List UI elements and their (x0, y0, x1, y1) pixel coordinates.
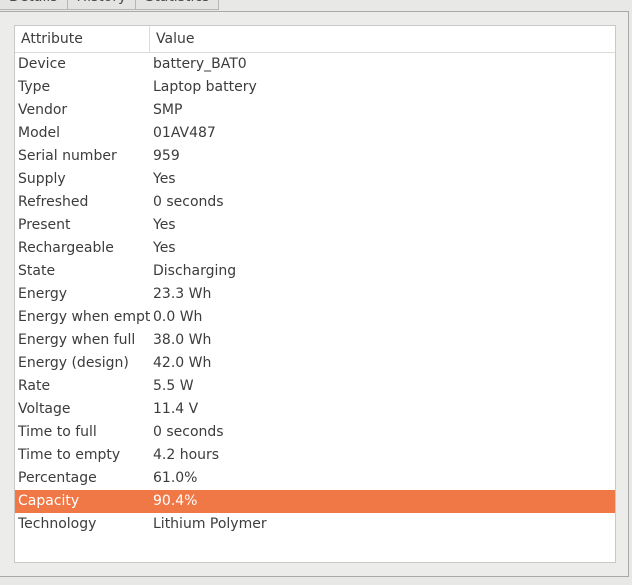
table-row[interactable]: Energy (design) 42.0 Wh (15, 352, 615, 375)
value-cell: 959 (153, 148, 180, 164)
table-row[interactable]: Present Yes (15, 214, 615, 237)
value-cell: 5.5 W (153, 378, 194, 394)
value-cell: 23.3 Wh (153, 286, 212, 302)
value-cell: 0.0 Wh (153, 309, 203, 325)
value-cell: 4.2 hours (153, 447, 220, 463)
value-cell: 38.0 Wh (153, 332, 212, 348)
attribute-cell: Model (18, 125, 61, 141)
attribute-cell: Serial number (18, 148, 117, 164)
value-cell: 90.4% (153, 493, 198, 509)
value-cell: 42.0 Wh (153, 355, 212, 371)
table-row[interactable]: Time to full 0 seconds (15, 421, 615, 444)
table-row[interactable]: Technology Lithium Polymer (15, 513, 615, 536)
value-cell: 0 seconds (153, 424, 224, 440)
table-row[interactable]: Energy when empty 0.0 Wh (15, 306, 615, 329)
attribute-cell: Rate (18, 378, 51, 394)
table-row[interactable]: Device battery_BAT0 (15, 53, 615, 76)
table-row[interactable]: State Discharging (15, 260, 615, 283)
column-header-value[interactable]: Value (150, 26, 615, 52)
tab-statistics[interactable]: Statistics (136, 0, 220, 10)
attribute-cell: Energy (design) (18, 355, 129, 371)
value-cell: Yes (153, 171, 176, 187)
attribute-cell: Percentage (18, 470, 97, 486)
table-row[interactable]: Time to empty 4.2 hours (15, 444, 615, 467)
column-header-attribute[interactable]: Attribute (15, 26, 150, 52)
table-row[interactable]: Energy when full 38.0 Wh (15, 329, 615, 352)
table-row[interactable]: Serial number 959 (15, 145, 615, 168)
value-cell: Lithium Polymer (153, 516, 267, 532)
table-row[interactable]: Voltage 11.4 V (15, 398, 615, 421)
attribute-cell: Time to full (18, 424, 97, 440)
attribute-cell: Rechargeable (18, 240, 114, 256)
value-cell: Yes (153, 240, 176, 256)
attribute-cell: Present (18, 217, 71, 233)
value-cell: 61.0% (153, 470, 198, 486)
attribute-cell: Energy when empty (18, 309, 150, 325)
attribute-cell: Vendor (18, 102, 68, 118)
table-row[interactable]: Energy 23.3 Wh (15, 283, 615, 306)
value-cell: Laptop battery (153, 79, 257, 95)
tab-details[interactable]: Details (0, 0, 68, 10)
table-row[interactable]: Rechargeable Yes (15, 237, 615, 260)
list-header: Attribute Value (15, 26, 615, 53)
attribute-cell: Time to empty (18, 447, 121, 463)
value-cell: 01AV487 (153, 125, 216, 141)
table-row[interactable]: Model 01AV487 (15, 122, 615, 145)
table-row[interactable]: Capacity 90.4% (15, 490, 615, 513)
value-cell: Yes (153, 217, 176, 233)
attribute-cell: Technology (18, 516, 97, 532)
value-cell: battery_BAT0 (153, 56, 247, 72)
attribute-cell: Voltage (18, 401, 71, 417)
table-row[interactable]: Refreshed 0 seconds (15, 191, 615, 214)
tab-history[interactable]: History (67, 0, 137, 10)
attribute-list[interactable]: Attribute Value Device battery_BAT0 Type La… (14, 25, 616, 563)
attribute-cell: Supply (18, 171, 66, 187)
attribute-cell: Energy when full (18, 332, 136, 348)
attribute-cell: Refreshed (18, 194, 89, 210)
value-cell: SMP (153, 102, 183, 118)
table-row[interactable]: Vendor SMP (15, 99, 615, 122)
value-cell: 0 seconds (153, 194, 224, 210)
table-row[interactable]: Supply Yes (15, 168, 615, 191)
attribute-cell: Device (18, 56, 66, 72)
attribute-cell: Capacity (18, 493, 80, 509)
value-cell: 11.4 V (153, 401, 199, 417)
value-cell: Discharging (153, 263, 237, 279)
table-row[interactable]: Type Laptop battery (15, 76, 615, 99)
tab-bar: Details History Statistics (0, 0, 220, 11)
list-body: Device battery_BAT0 Type Laptop battery Vend… (15, 53, 615, 536)
table-row[interactable]: Percentage 61.0% (15, 467, 615, 490)
attribute-cell: Energy (18, 286, 68, 302)
attribute-cell: State (18, 263, 56, 279)
attribute-cell: Type (18, 79, 51, 95)
table-row[interactable]: Rate 5.5 W (15, 375, 615, 398)
